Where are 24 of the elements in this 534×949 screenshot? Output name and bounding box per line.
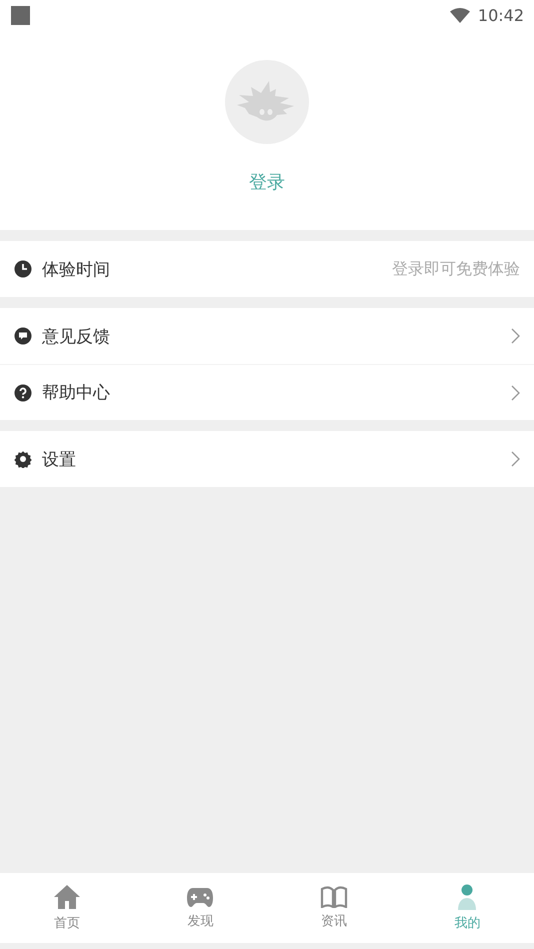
login-link[interactable]: 登录 [249,170,285,194]
home-icon [52,884,81,910]
help-icon [14,384,32,402]
gamepad-icon [186,886,214,908]
notification-icon [11,6,30,24]
nav-tab[interactable]: 首页 [0,873,134,943]
menu-item[interactable]: 意见反馈 [0,308,534,364]
status-time: 10:42 [478,6,524,24]
nav-tab[interactable]: 我的 [400,873,534,943]
menu-item[interactable]: 设置 [0,431,534,487]
settings-icon [14,450,32,468]
nav-tab[interactable]: 资讯 [267,873,400,943]
book-icon [320,886,348,908]
wifi-icon [450,8,470,22]
chevron-icon [511,384,520,400]
menu-item[interactable]: 体验时间 登录即可免费体验 [0,241,534,297]
menu-item[interactable]: 帮助中心 [0,364,534,420]
avatar-icon[interactable] [225,60,309,144]
clock-icon [14,260,32,278]
message-icon [14,327,32,345]
item-value: 登录即可免费体验 [392,258,520,280]
chevron-icon [511,451,520,467]
chevron-icon [511,328,520,344]
nav-tab[interactable]: 发现 [134,873,267,943]
